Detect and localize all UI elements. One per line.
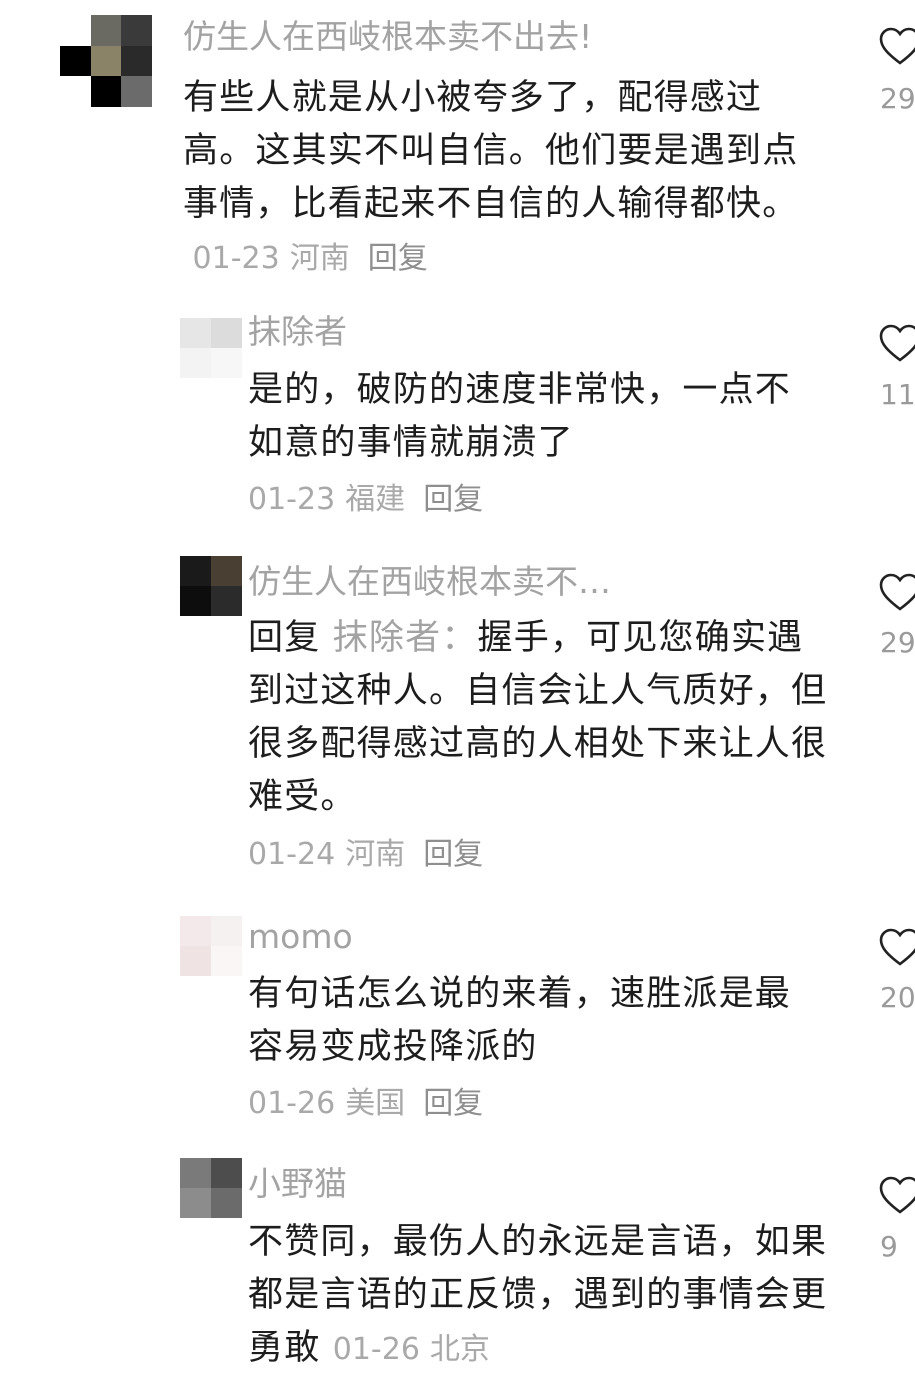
comment-location: 河南 [345, 837, 406, 872]
like-count: 11 [880, 378, 915, 411]
like-count: 9 [880, 1230, 898, 1263]
avatar[interactable] [180, 318, 242, 378]
reply-button[interactable]: 回复 [423, 837, 483, 872]
like-button[interactable] [878, 323, 915, 363]
reply-prefix: 回复 [248, 618, 321, 658]
username[interactable]: 仿生人在西岐根本卖不出去! [183, 17, 592, 57]
heart-outline-icon[interactable] [878, 1175, 915, 1215]
username[interactable]: momo [248, 917, 353, 957]
comment-text: 是的，破防的速度非常快，一点不如意的事情就崩溃了 [248, 370, 792, 463]
comment-meta: 01-23 福建 回复 [248, 480, 483, 520]
heart-outline-icon[interactable] [878, 927, 915, 967]
comment-date: 01-26 [332, 1332, 420, 1367]
comment-date: 01-26 [248, 1086, 336, 1121]
comment-date: 01-23 [248, 482, 336, 517]
comment-location: 美国 [345, 1086, 406, 1121]
like-button[interactable] [878, 927, 915, 967]
comment-text: 有些人就是从小被夸多了，配得感过高。这其实不叫自信。他们要是遇到点事情，比看起来… [183, 72, 823, 285]
comment-meta: 01-26 北京 [333, 1332, 490, 1367]
comment-text: 不赞同，最伤人的永远是言语，如果都是言语的正反馈，遇到的事情会更勇敢 01-26… [248, 1216, 828, 1376]
comment-location: 北京 [429, 1332, 490, 1367]
reply-to-username[interactable]: 抹除者： [333, 618, 478, 658]
like-button[interactable] [878, 1175, 915, 1215]
comment-meta: 01-26 美国 回复 [248, 1084, 483, 1124]
username[interactable]: 小野猫 [248, 1164, 347, 1204]
reply-button[interactable]: 回复 [423, 482, 483, 517]
comment-meta: 01-23 河南 回复 [183, 241, 428, 276]
username[interactable]: 抹除者 [248, 312, 347, 352]
like-button[interactable] [878, 572, 915, 612]
like-button[interactable] [878, 26, 915, 66]
like-count: 29 [880, 626, 915, 659]
comment-meta: 01-24 河南 回复 [248, 835, 483, 875]
avatar[interactable] [180, 916, 242, 976]
comment-location: 河南 [289, 241, 350, 276]
avatar[interactable] [60, 15, 152, 107]
comment-date: 01-24 [248, 837, 336, 872]
heart-outline-icon[interactable] [878, 26, 915, 66]
heart-outline-icon[interactable] [878, 572, 915, 612]
heart-outline-icon[interactable] [878, 323, 915, 363]
comment-text: 有句话怎么说的来着，速胜派是最容易变成投降派的 [248, 974, 792, 1067]
comment-location: 福建 [345, 482, 406, 517]
avatar[interactable] [180, 1158, 242, 1218]
comment-date: 01-23 [192, 241, 280, 276]
like-count: 20 [880, 981, 915, 1014]
reply-button[interactable]: 回复 [368, 241, 428, 276]
comment-body: 有些人就是从小被夸多了，配得感过高。这其实不叫自信。他们要是遇到点事情，比看起来… [183, 78, 799, 224]
username[interactable]: 仿生人在西岐根本卖不… [248, 562, 611, 602]
avatar[interactable] [180, 556, 242, 616]
reply-button[interactable]: 回复 [423, 1086, 483, 1121]
like-count: 29 [880, 82, 915, 115]
comment-text: 回复 抹除者：握手，可见您确实遇到过这种人。自信会让人气质好，但很多配得感过高的… [248, 612, 828, 824]
